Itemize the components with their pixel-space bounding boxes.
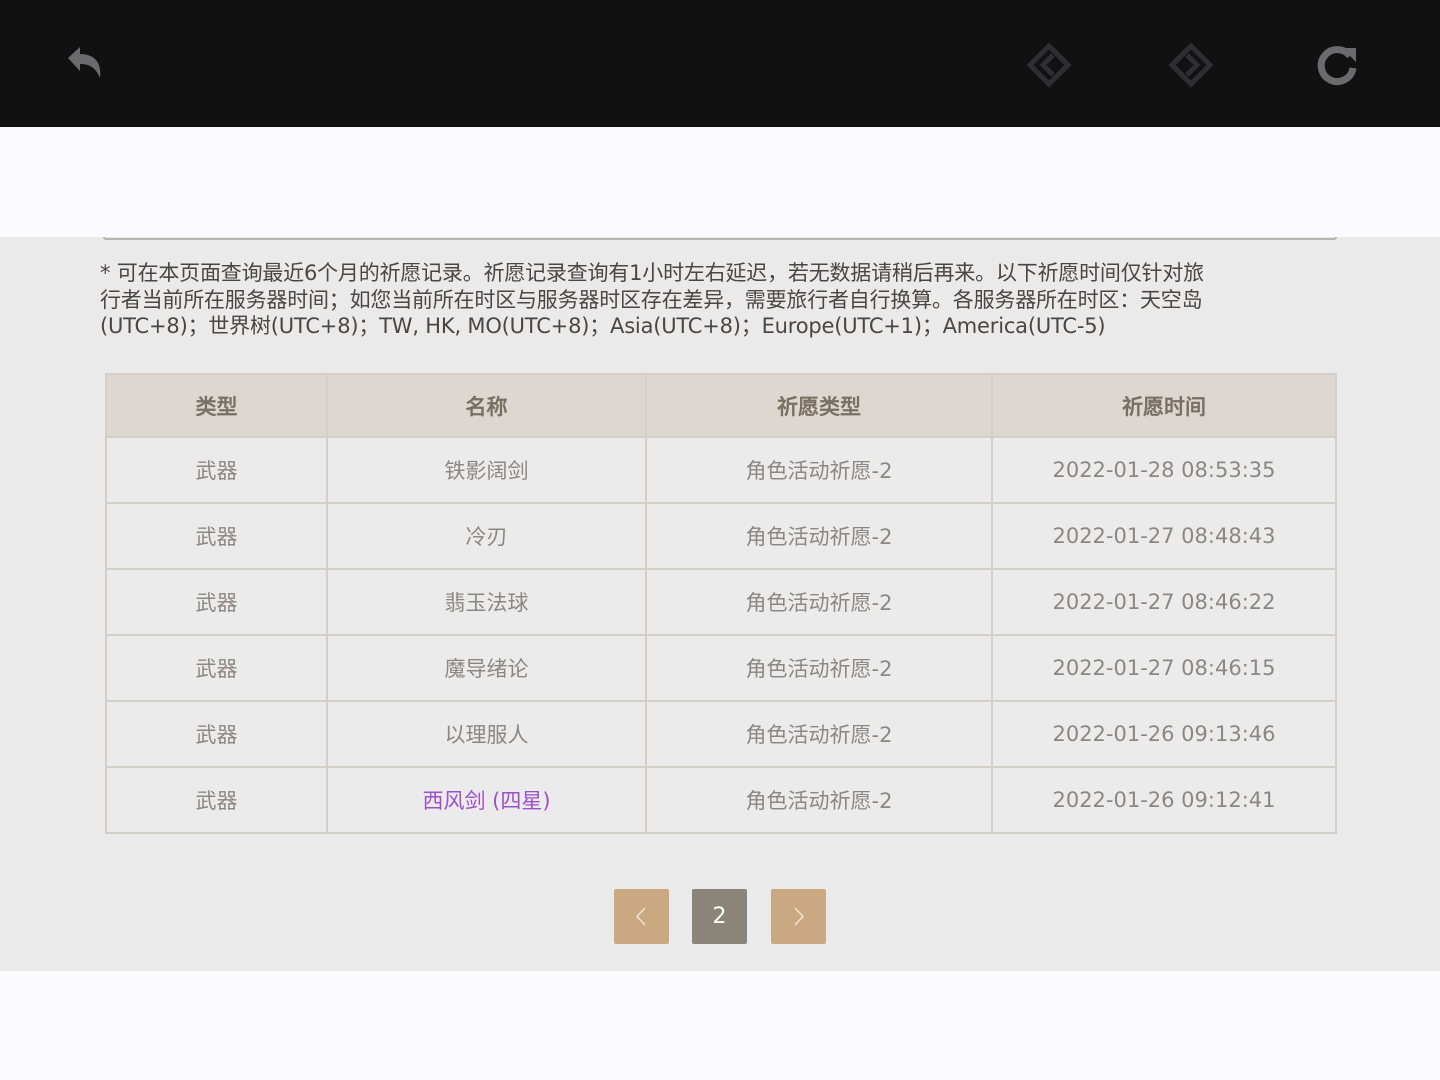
current-page-indicator: 2 bbox=[692, 889, 747, 944]
cell-time: 2022-01-27 08:46:15 bbox=[991, 634, 1337, 702]
table-row: 武器 铁影阔剑 角色活动祈愿-2 2022-01-28 08:53:35 bbox=[105, 436, 1337, 504]
header-type: 类型 bbox=[105, 373, 328, 438]
cell-type: 武器 bbox=[105, 568, 328, 636]
cell-time: 2022-01-26 09:12:41 bbox=[991, 766, 1337, 834]
next-diamond-icon[interactable] bbox=[1164, 38, 1218, 92]
cell-name: 铁影阔剑 bbox=[326, 436, 647, 504]
table-row: 武器 冷刃 角色活动祈愿-2 2022-01-27 08:48:43 bbox=[105, 502, 1337, 570]
cell-time: 2022-01-26 09:13:46 bbox=[991, 700, 1337, 768]
prev-page-button[interactable] bbox=[614, 889, 669, 944]
cell-name: 魔导绪论 bbox=[326, 634, 647, 702]
cell-wish-type: 角色活动祈愿-2 bbox=[645, 766, 993, 834]
cell-type: 武器 bbox=[105, 634, 328, 702]
chevron-right-icon bbox=[794, 907, 805, 926]
table-row: 武器 西风剑 (四星) 角色活动祈愿-2 2022-01-26 09:12:41 bbox=[105, 766, 1337, 834]
cell-name: 翡玉法球 bbox=[326, 568, 647, 636]
cell-name: 以理服人 bbox=[326, 700, 647, 768]
next-page-button[interactable] bbox=[771, 889, 826, 944]
header-wish-time: 祈愿时间 bbox=[991, 373, 1337, 438]
cell-type: 武器 bbox=[105, 436, 328, 504]
cell-name: 冷刃 bbox=[326, 502, 647, 570]
cell-wish-type: 角色活动祈愿-2 bbox=[645, 700, 993, 768]
wish-records-table: 类型 名称 祈愿类型 祈愿时间 武器 铁影阔剑 角色活动祈愿-2 2022-01… bbox=[105, 373, 1337, 834]
page-header-spacer bbox=[0, 127, 1440, 237]
cell-wish-type: 角色活动祈愿-2 bbox=[645, 568, 993, 636]
notice-text: * 可在本页面查询最近6个月的祈愿记录。祈愿记录查询有1小时左右延迟，若无数据请… bbox=[100, 261, 1204, 338]
cell-time: 2022-01-28 08:53:35 bbox=[991, 436, 1337, 504]
table-row: 武器 以理服人 角色活动祈愿-2 2022-01-26 09:13:46 bbox=[105, 700, 1337, 768]
header-name: 名称 bbox=[326, 373, 647, 438]
page-footer-spacer bbox=[0, 971, 1440, 1080]
cell-wish-type: 角色活动祈愿-2 bbox=[645, 502, 993, 570]
cell-name-four-star: 西风剑 (四星) bbox=[326, 766, 647, 834]
cell-time: 2022-01-27 08:48:43 bbox=[991, 502, 1337, 570]
filter-box-edge bbox=[103, 237, 1337, 240]
wish-history-panel: * 可在本页面查询最近6个月的祈愿记录。祈愿记录查询有1小时左右延迟，若无数据请… bbox=[0, 237, 1440, 971]
cell-type: 武器 bbox=[105, 766, 328, 834]
cell-time: 2022-01-27 08:46:22 bbox=[991, 568, 1337, 636]
cell-wish-type: 角色活动祈愿-2 bbox=[645, 634, 993, 702]
cell-type: 武器 bbox=[105, 700, 328, 768]
table-row: 武器 魔导绪论 角色活动祈愿-2 2022-01-27 08:46:15 bbox=[105, 634, 1337, 702]
browser-toolbar bbox=[0, 0, 1440, 127]
table-header-row: 类型 名称 祈愿类型 祈愿时间 bbox=[105, 373, 1337, 438]
prev-diamond-icon[interactable] bbox=[1022, 38, 1076, 92]
cell-wish-type: 角色活动祈愿-2 bbox=[645, 436, 993, 504]
cell-type: 武器 bbox=[105, 502, 328, 570]
header-wish-type: 祈愿类型 bbox=[645, 373, 993, 438]
reload-icon[interactable] bbox=[1310, 38, 1364, 92]
back-arrow-icon[interactable] bbox=[54, 38, 108, 92]
chevron-left-icon bbox=[635, 907, 646, 926]
table-row: 武器 翡玉法球 角色活动祈愿-2 2022-01-27 08:46:22 bbox=[105, 568, 1337, 636]
